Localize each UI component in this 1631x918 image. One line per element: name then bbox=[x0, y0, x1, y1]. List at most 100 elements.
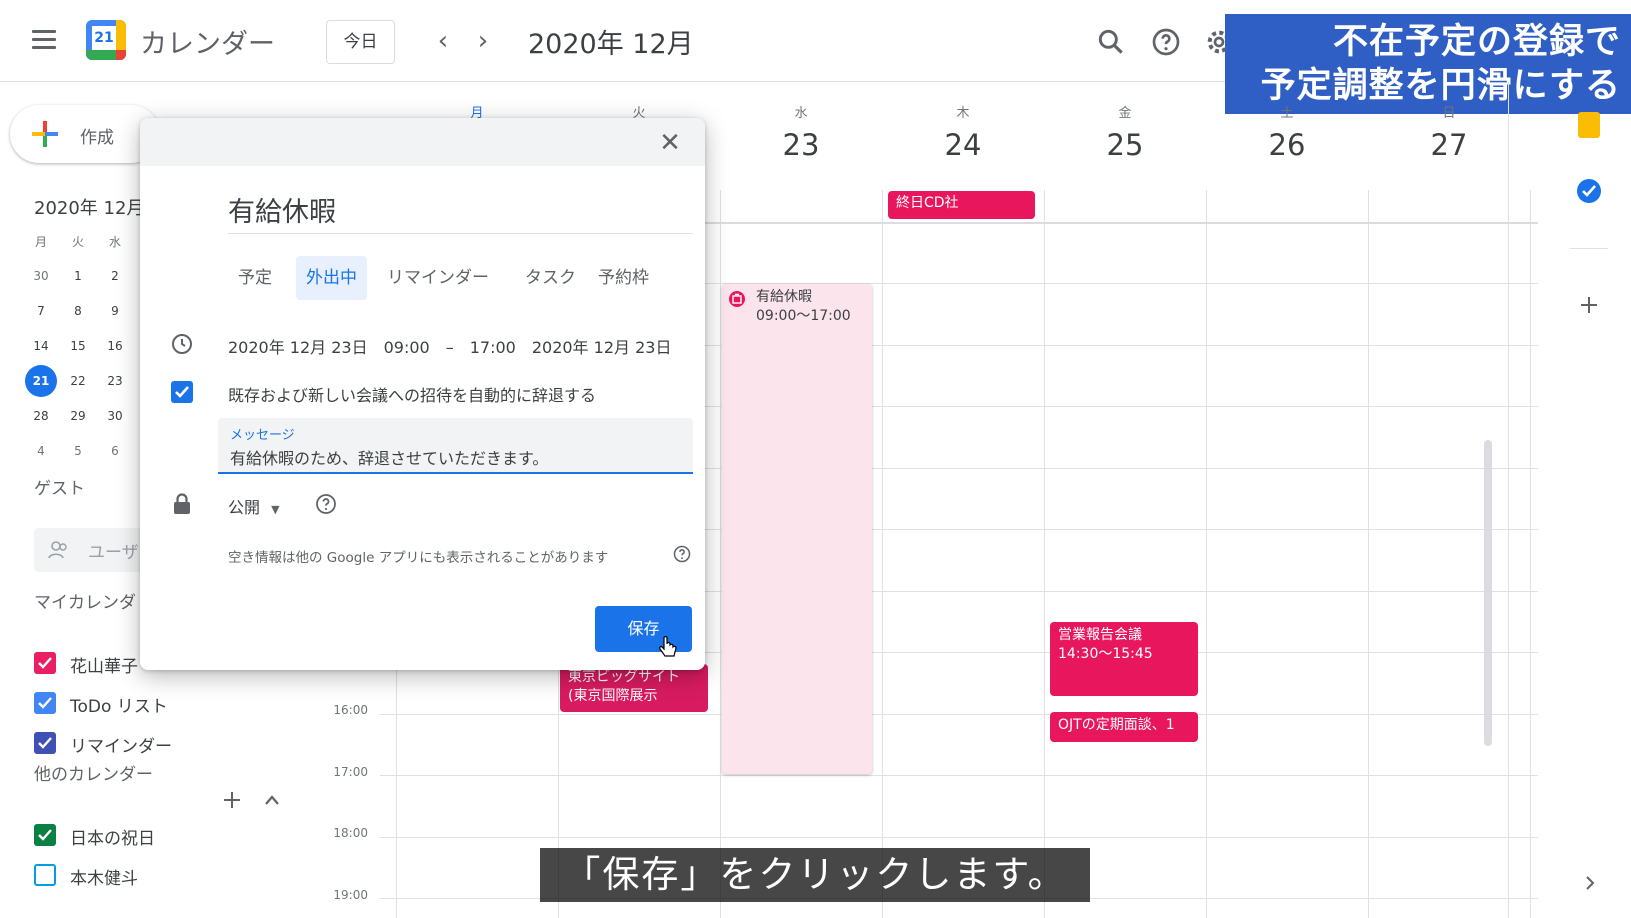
bigsight-event[interactable]: 東京ビッグサイト (東京国際展示 bbox=[560, 664, 708, 712]
mini-day-cell[interactable]: 7 bbox=[25, 295, 57, 327]
mini-day-cell[interactable]: 28 bbox=[25, 400, 57, 432]
time-label: 17:00 bbox=[333, 764, 368, 779]
day-date-number[interactable]: 24 bbox=[888, 128, 1038, 162]
mini-dow-label: 月 bbox=[34, 235, 47, 249]
other-calendars-heading: 他のカレンダー bbox=[34, 765, 153, 785]
calendar-label: 本木健斗 bbox=[70, 869, 138, 889]
main-menu-icon[interactable] bbox=[32, 30, 56, 50]
collapse-chevron-up-icon[interactable] bbox=[264, 794, 280, 806]
visibility-dropdown[interactable]: 公開 ▼ bbox=[228, 494, 280, 518]
mini-day-cell[interactable]: 6 bbox=[99, 435, 131, 467]
month-title: 2020年 12月 bbox=[528, 29, 694, 60]
sales-event-title: 営業報告会議 bbox=[1058, 627, 1142, 643]
availability-note: 空き情報は他の Google アプリにも表示されることがあります bbox=[228, 550, 609, 566]
day-of-week-label: 木 bbox=[956, 106, 970, 121]
calendar-item[interactable]: リマインダー bbox=[34, 730, 254, 758]
vacation-event[interactable]: 有給休暇 09:00〜17:00 bbox=[722, 284, 872, 774]
bigsight-event-title: 東京ビッグサイト bbox=[568, 669, 680, 685]
calendar-label: 花山華子 bbox=[70, 657, 138, 677]
tab-1[interactable]: 外出中 bbox=[296, 256, 367, 300]
grid-scrollbar[interactable] bbox=[1484, 440, 1492, 746]
ojt-event[interactable]: OJTの定期面談、1 bbox=[1050, 712, 1198, 742]
mini-day-cell[interactable]: 29 bbox=[62, 400, 94, 432]
clock-icon bbox=[172, 334, 192, 354]
hour-line bbox=[380, 836, 1538, 838]
visibility-help-icon[interactable] bbox=[314, 492, 338, 516]
mini-day-cell[interactable]: 2 bbox=[99, 260, 131, 292]
prev-week-button[interactable]: ‹ bbox=[428, 26, 458, 56]
event-datetime[interactable]: 2020年 12月 23日 09:00 – 17:00 2020年 12月 23… bbox=[228, 334, 671, 358]
mini-today-cell[interactable]: 21 bbox=[25, 365, 57, 397]
mini-day-cell[interactable]: 1 bbox=[62, 260, 94, 292]
decline-checkbox[interactable] bbox=[170, 380, 194, 404]
mini-day-cell[interactable]: 8 bbox=[62, 295, 94, 327]
day-column-divider bbox=[1530, 190, 1531, 918]
mini-day-cell[interactable]: 23 bbox=[99, 365, 131, 397]
help-icon[interactable] bbox=[1150, 26, 1182, 58]
bigsight-event-subtitle: (東京国際展示 bbox=[568, 688, 658, 704]
title-banner: 不在予定の登録で 予定調整を円滑にする bbox=[1225, 14, 1631, 114]
guest-search-input[interactable]: ユーザ bbox=[34, 528, 144, 572]
mini-day-cell[interactable]: 22 bbox=[62, 365, 94, 397]
sales-meeting-event[interactable]: 営業報告会議 14:30〜15:45 bbox=[1050, 622, 1198, 696]
lock-icon bbox=[174, 493, 190, 514]
vacation-event-time: 09:00〜17:00 bbox=[756, 308, 851, 324]
calendar-checkbox[interactable] bbox=[34, 652, 56, 674]
day-date-number[interactable]: 25 bbox=[1050, 128, 1200, 162]
day-of-week-label: 水 bbox=[794, 106, 808, 121]
expand-chevron-right-icon[interactable] bbox=[1585, 875, 1595, 891]
vacation-event-title: 有給休暇 bbox=[756, 289, 812, 305]
tasks-icon[interactable] bbox=[1576, 178, 1602, 204]
day-of-week-label: 金 bbox=[1118, 106, 1132, 121]
calendar-label: ToDo リスト bbox=[70, 697, 168, 717]
mini-day-cell[interactable]: 4 bbox=[25, 435, 57, 467]
add-calendar-icon[interactable] bbox=[222, 790, 242, 810]
keep-icon[interactable] bbox=[1578, 112, 1600, 138]
event-title-input[interactable]: 有給休暇 bbox=[228, 190, 693, 234]
my-calendars-heading[interactable]: マイカレンダ bbox=[34, 588, 136, 613]
mini-dow-label: 水 bbox=[108, 235, 121, 249]
visibility-value: 公開 bbox=[228, 498, 261, 517]
calendar-checkbox[interactable] bbox=[34, 824, 56, 846]
tab-2[interactable]: リマインダー bbox=[377, 256, 499, 300]
time-label: 16:00 bbox=[333, 703, 368, 717]
people-icon bbox=[48, 541, 67, 559]
day-date-number[interactable]: 27 bbox=[1374, 128, 1524, 162]
mini-day-cell[interactable]: 15 bbox=[62, 330, 94, 362]
add-addon-icon[interactable] bbox=[1580, 296, 1598, 314]
mini-calendar-title: 2020年 12月 bbox=[34, 198, 145, 219]
calendar-item[interactable]: 日本の祝日 bbox=[34, 822, 254, 850]
search-icon[interactable] bbox=[1095, 26, 1127, 58]
next-week-button[interactable]: › bbox=[468, 26, 498, 56]
day-date-number[interactable]: 26 bbox=[1212, 128, 1362, 162]
mini-day-cell[interactable]: 9 bbox=[99, 295, 131, 327]
create-button[interactable]: 作成 bbox=[10, 105, 160, 163]
calendar-checkbox[interactable] bbox=[34, 692, 56, 714]
calendar-checkbox[interactable] bbox=[34, 864, 56, 886]
guest-heading: ゲスト bbox=[34, 479, 85, 499]
decline-message-field[interactable]: メッセージ 有給休暇のため、辞退させていただきます。 bbox=[218, 418, 693, 474]
create-label: 作成 bbox=[80, 128, 114, 148]
message-label: メッセージ bbox=[230, 428, 295, 443]
day-column-divider bbox=[882, 190, 883, 918]
mini-day-cell[interactable]: 30 bbox=[99, 400, 131, 432]
calendar-item[interactable]: 本木健斗 bbox=[34, 862, 254, 890]
day-date-number[interactable]: 23 bbox=[726, 128, 876, 162]
out-of-office-dialog: ✕ 有給休暇 予定 外出中 リマインダー タスク 予約枠 2020年 12月 23日 0… bbox=[140, 118, 705, 670]
mini-day-cell[interactable]: 30 bbox=[25, 260, 57, 292]
mini-day-cell[interactable]: 16 bbox=[99, 330, 131, 362]
availability-help-icon[interactable] bbox=[672, 544, 692, 564]
tab-0[interactable]: 予定 bbox=[228, 256, 282, 300]
tab-4[interactable]: 予約枠 bbox=[588, 256, 659, 300]
day-column-divider bbox=[1368, 190, 1369, 918]
mini-day-cell[interactable]: 5 bbox=[62, 435, 94, 467]
mini-day-cell[interactable]: 14 bbox=[25, 330, 57, 362]
allday-event[interactable]: 終日CD社 bbox=[888, 191, 1035, 219]
tab-3[interactable]: タスク bbox=[515, 256, 586, 300]
calendar-checkbox[interactable] bbox=[34, 732, 56, 754]
close-icon[interactable]: ✕ bbox=[655, 128, 685, 158]
guest-placeholder: ユーザ bbox=[88, 543, 139, 563]
plus-icon bbox=[32, 121, 58, 147]
calendar-item[interactable]: ToDo リスト bbox=[34, 690, 254, 718]
today-button[interactable]: 今日 bbox=[326, 20, 395, 64]
